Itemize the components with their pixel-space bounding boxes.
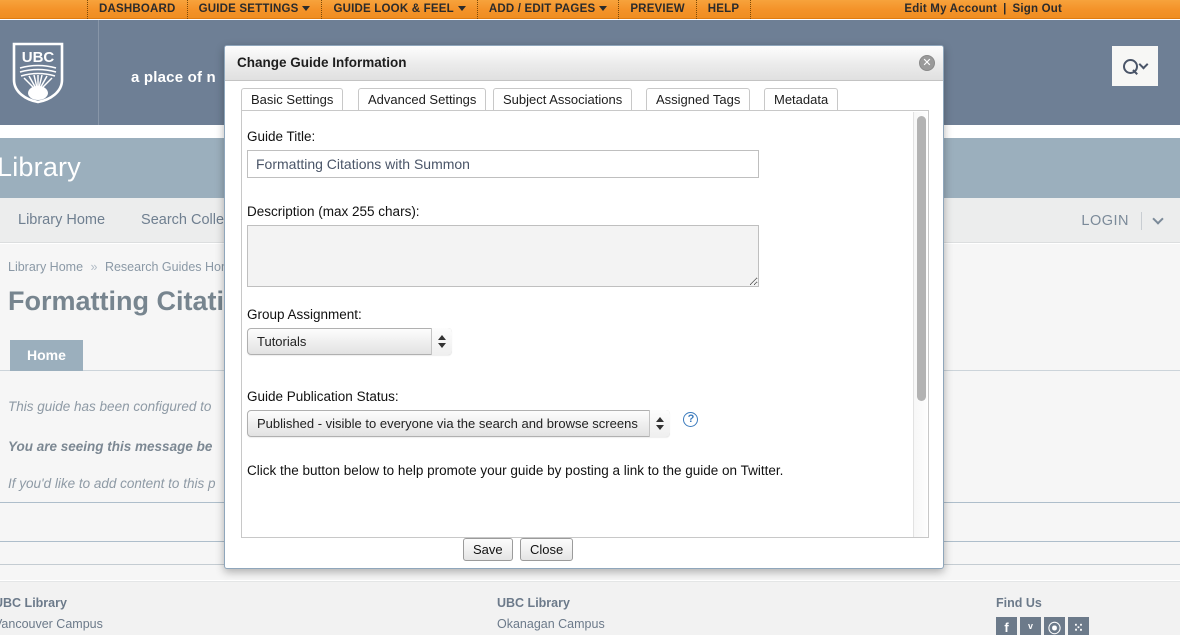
edit-my-account-link[interactable]: Edit My Account — [904, 0, 997, 19]
footer-vancouver-campus: Vancouver Campus — [0, 617, 103, 631]
search-toggle-button[interactable] — [1112, 46, 1158, 86]
group-assignment-select-wrap: Tutorials — [247, 328, 452, 355]
description-textarea[interactable] — [247, 225, 759, 287]
description-label: Description (max 255 chars): — [247, 204, 420, 219]
admin-separator: | — [1003, 3, 1007, 15]
panel-scrollbar-thumb[interactable] — [917, 116, 926, 401]
library-title: Library — [0, 152, 81, 182]
admin-menu-help-label: HELP — [707, 2, 740, 15]
group-assignment-group: Group Assignment: Tutorials — [247, 307, 452, 355]
footer-find-us-title: Find Us — [996, 596, 1042, 610]
admin-menu-help[interactable]: HELP — [695, 0, 752, 19]
guide-message-line-2: You are seeing this message be — [8, 439, 213, 454]
admin-menu-guide-settings-label: GUIDE SETTINGS — [198, 2, 299, 15]
nav-link-library-home[interactable]: Library Home — [0, 212, 123, 228]
dialog-title: Change Guide Information — [237, 55, 407, 70]
login-divider — [1141, 211, 1142, 230]
flickr-icon[interactable]: ⁙ — [1068, 617, 1089, 635]
publication-status-group: Guide Publication Status: Published - vi… — [247, 389, 699, 437]
breadcrumb-item-library-home[interactable]: Library Home — [8, 260, 83, 274]
app-root: DASHBOARD GUIDE SETTINGS GUIDE LOOK & FE… — [0, 0, 1180, 635]
admin-menu-dashboard[interactable]: DASHBOARD — [87, 0, 188, 19]
guide-message-line-1: This guide has been configured to — [8, 399, 212, 414]
publication-status-select[interactable]: Published - visible to everyone via the … — [247, 410, 670, 437]
guide-title-label: Guide Title: — [247, 129, 316, 144]
panel-form: Guide Title: Description (max 255 chars)… — [242, 111, 912, 537]
login-menu[interactable]: LOGIN — [1081, 198, 1164, 243]
guide-title-input[interactable] — [247, 150, 759, 178]
admin-toolbar: DASHBOARD GUIDE SETTINGS GUIDE LOOK & FE… — [0, 0, 1180, 19]
chevron-down-icon — [1152, 212, 1164, 225]
tab-advanced-settings[interactable]: Advanced Settings — [358, 88, 487, 110]
admin-menu-guide-look-feel-label: GUIDE LOOK & FEEL — [333, 2, 454, 15]
admin-menu-preview-label: PREVIEW — [630, 2, 685, 15]
rss-icon[interactable]: ⦿ — [1044, 617, 1065, 635]
facebook-icon[interactable]: f — [996, 617, 1017, 635]
publication-status-label: Guide Publication Status: — [247, 389, 399, 404]
login-label: LOGIN — [1081, 212, 1129, 229]
chevron-down-icon — [1138, 59, 1149, 69]
caret-up-icon — [438, 335, 446, 340]
dialog-tabs: Basic Settings Advanced Settings Subject… — [225, 82, 943, 110]
admin-menu-guide-look-feel[interactable]: GUIDE LOOK & FEEL — [321, 0, 478, 19]
chevron-down-icon — [599, 5, 608, 11]
twitter-icon[interactable]: ᵛ — [1020, 617, 1041, 635]
guide-message-line-3: If you'd like to add content to this p — [8, 476, 216, 491]
ubc-tagline: a place of n — [131, 69, 216, 86]
dialog-footer: Save Close — [225, 538, 943, 568]
breadcrumb: Library Home » Research Guides Home » — [8, 260, 257, 274]
admin-menu-add-edit-pages[interactable]: ADD / EDIT PAGES — [476, 0, 620, 19]
select-stepper-icon[interactable] — [431, 328, 452, 355]
admin-account-group: Edit My Account | Sign Out — [904, 0, 1062, 19]
close-icon[interactable]: ✕ — [919, 55, 935, 71]
chevron-down-icon — [457, 5, 466, 11]
caret-down-icon — [656, 425, 664, 430]
caret-down-icon — [438, 343, 446, 348]
select-stepper-icon[interactable] — [649, 410, 670, 437]
footer-column-vancouver: UBC Library Vancouver Campus — [0, 596, 103, 631]
svg-text:UBC: UBC — [22, 49, 55, 66]
description-group: Description (max 255 chars): — [247, 204, 759, 292]
change-guide-information-dialog: Change Guide Information ✕ Basic Setting… — [224, 45, 944, 569]
footer-vancouver-title: UBC Library — [0, 596, 67, 610]
ubc-logo[interactable]: UBC — [12, 42, 64, 104]
page-title: Formatting Citation — [8, 286, 257, 316]
masthead-divider — [98, 20, 99, 125]
guide-tab-home[interactable]: Home — [10, 340, 83, 371]
admin-menu-dashboard-label: DASHBOARD — [99, 2, 176, 15]
chevron-down-icon — [302, 5, 311, 11]
site-footer: UBC Library Vancouver Campus UBC Library… — [0, 581, 1180, 635]
dialog-titlebar: Change Guide Information ✕ — [225, 46, 943, 81]
admin-menu-guide-settings[interactable]: GUIDE SETTINGS — [186, 0, 323, 19]
publication-status-select-wrap: Published - visible to everyone via the … — [247, 410, 670, 437]
group-assignment-label: Group Assignment: — [247, 307, 362, 322]
tab-basic-settings[interactable]: Basic Settings — [241, 88, 344, 110]
footer-okanagan-campus: Okanagan Campus — [497, 617, 605, 631]
close-button[interactable]: Close — [520, 538, 574, 561]
admin-menu-add-edit-pages-label: ADD / EDIT PAGES — [488, 2, 596, 15]
promote-description: Click the button below to help promote y… — [247, 463, 784, 478]
footer-column-okanagan: UBC Library Okanagan Campus — [497, 596, 605, 631]
social-links: f ᵛ ⦿ ⁙ — [996, 617, 1089, 635]
footer-column-find-us: Find Us f ᵛ ⦿ ⁙ — [996, 596, 1089, 635]
group-assignment-select[interactable]: Tutorials — [247, 328, 452, 355]
tab-subject-associations[interactable]: Subject Associations — [493, 88, 633, 110]
sign-out-link[interactable]: Sign Out — [1012, 0, 1062, 19]
panel-scrollbar[interactable] — [913, 112, 927, 537]
breadcrumb-item-research-guides-home[interactable]: Research Guides Home — [105, 260, 238, 274]
save-button[interactable]: Save — [463, 538, 513, 561]
admin-menu-group: DASHBOARD GUIDE SETTINGS GUIDE LOOK & FE… — [87, 0, 752, 19]
basic-settings-panel: Guide Title: Description (max 255 chars)… — [241, 110, 929, 538]
footer-okanagan-title: UBC Library — [497, 596, 570, 610]
help-icon[interactable]: ? — [683, 412, 699, 427]
tab-assigned-tags[interactable]: Assigned Tags — [646, 88, 751, 110]
admin-menu-preview[interactable]: PREVIEW — [618, 0, 697, 19]
breadcrumb-separator: » — [90, 260, 98, 274]
caret-up-icon — [656, 417, 664, 422]
promote-group: Click the button below to help promote y… — [247, 463, 783, 478]
tab-metadata[interactable]: Metadata — [764, 88, 839, 110]
guide-title-group: Guide Title: — [247, 129, 759, 178]
search-icon — [1123, 58, 1138, 74]
